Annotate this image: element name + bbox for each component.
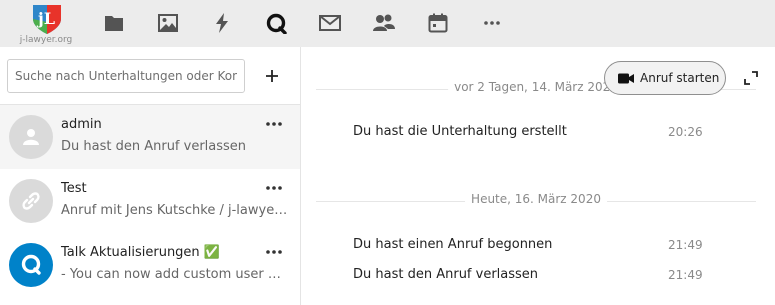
conversation-search-input[interactable] xyxy=(7,59,245,93)
more-apps-icon xyxy=(484,21,500,25)
folder-icon xyxy=(105,16,123,31)
link-icon xyxy=(22,192,40,210)
user-icon xyxy=(23,129,39,145)
j-lawyer-logo[interactable]: jL j-lawyer.org xyxy=(8,0,78,47)
avatar xyxy=(9,243,53,287)
more-icon xyxy=(266,186,282,190)
more-icon xyxy=(266,122,282,126)
top-bar: jL j-lawyer.org xyxy=(0,0,775,47)
plus-icon xyxy=(266,70,278,82)
system-message: Du hast die Unterhaltung erstellt xyxy=(353,124,567,139)
image-icon xyxy=(158,14,178,32)
new-conversation-button[interactable] xyxy=(258,62,286,90)
conversation-last-message: Anruf mit Jens Kutschke / j-lawyer.org xyxy=(61,203,289,218)
fullscreen-button[interactable] xyxy=(742,69,760,87)
message-time: 21:49 xyxy=(668,238,703,252)
start-call-label: Anruf starten xyxy=(640,71,720,85)
conversation-name: admin xyxy=(61,117,102,132)
video-camera-icon xyxy=(618,73,634,83)
more-apps-button[interactable] xyxy=(479,10,505,36)
activity-app-button[interactable] xyxy=(209,10,235,36)
avatar xyxy=(9,179,53,223)
talk-logo-icon xyxy=(16,250,46,280)
search-row xyxy=(0,47,300,105)
conversation-last-message: Du hast den Anruf verlassen xyxy=(61,139,247,154)
calendar-icon xyxy=(428,13,448,33)
conversation-menu-button[interactable] xyxy=(262,117,286,131)
calendar-app-button[interactable] xyxy=(425,10,451,36)
svg-text:jL: jL xyxy=(36,9,55,28)
conversation-menu-button[interactable] xyxy=(262,245,286,259)
contacts-app-button[interactable] xyxy=(371,10,397,36)
talk-app-button[interactable] xyxy=(263,10,289,36)
avatar xyxy=(9,115,53,159)
conversation-name: Test xyxy=(61,181,87,196)
talk-icon xyxy=(266,13,287,34)
chat-view: vor 2 Tagen, 14. März 2020 Anruf starten… xyxy=(301,47,775,305)
message-time: 20:26 xyxy=(668,125,703,139)
mail-icon xyxy=(319,15,341,31)
conversation-item-test[interactable]: Test Anruf mit Jens Kutschke / j-lawyer.… xyxy=(0,169,300,233)
conversation-sidebar: admin Du hast den Anruf verlassen Test A… xyxy=(0,47,301,305)
conversation-item-talk-updates[interactable]: Talk Aktualisierungen ✅ - You can now ad… xyxy=(0,233,300,297)
more-icon xyxy=(266,250,282,254)
conversation-menu-button[interactable] xyxy=(262,181,286,195)
date-label: vor 2 Tagen, 14. März 2020 xyxy=(448,80,624,94)
conversation-last-message: - You can now add custom user groups xyxy=(61,267,289,282)
system-message: Du hast den Anruf verlassen xyxy=(353,267,539,282)
logo-shield-icon: jL xyxy=(33,5,61,34)
files-app-button[interactable] xyxy=(101,10,127,36)
photos-app-button[interactable] xyxy=(155,10,181,36)
logo-text: j-lawyer.org xyxy=(19,35,73,45)
mail-app-button[interactable] xyxy=(317,10,343,36)
activity-icon xyxy=(216,13,228,33)
system-message: Du hast einen Anruf begonnen xyxy=(353,237,553,252)
conversation-name: Talk Aktualisierungen ✅ xyxy=(61,245,220,260)
start-call-button[interactable]: Anruf starten xyxy=(604,61,726,95)
date-separator: Heute, 16. März 2020 xyxy=(316,192,756,212)
conversation-item-admin[interactable]: admin Du hast den Anruf verlassen xyxy=(0,105,300,169)
date-label: Heute, 16. März 2020 xyxy=(465,192,607,206)
fullscreen-icon xyxy=(744,71,758,85)
message-time: 21:49 xyxy=(668,268,703,282)
contacts-icon xyxy=(373,14,395,31)
